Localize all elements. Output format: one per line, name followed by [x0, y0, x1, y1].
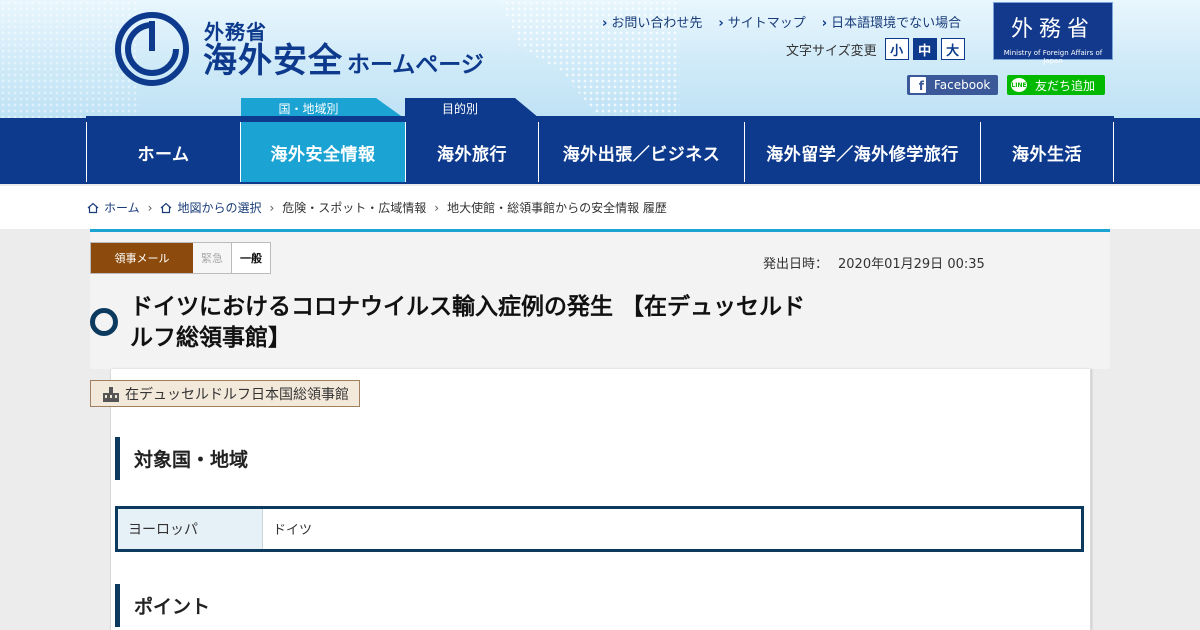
title-circle-icon — [90, 308, 118, 336]
breadcrumb-current: 地大使館・総領事館からの安全情報 履歴 — [447, 201, 667, 215]
notice-type-badges: 領事メール 緊急 一般 — [90, 242, 271, 274]
line-label: 友だち追加 — [1035, 78, 1096, 93]
issued-value: 2020年01月29日 00:35 — [838, 257, 985, 272]
consular-mail-badge: 領事メール — [91, 243, 193, 273]
font-size-small-button[interactable]: 小 — [884, 38, 909, 60]
nav-item-overseas-safety[interactable]: 海外安全情報 — [240, 122, 405, 182]
urgent-badge: 緊急 — [193, 243, 231, 273]
site-title-main: 海外安全 — [203, 41, 343, 81]
section-heading-point: ポイント — [115, 584, 210, 627]
line-add-friend-button[interactable]: LINE 友だち追加 — [1007, 75, 1105, 95]
mofa-logo-kanji: 外務省 — [1010, 17, 1095, 42]
breadcrumb: ホーム › 地図からの選択 › 危険・スポット・広域情報 › 地大使館・総領事館… — [0, 186, 1200, 229]
breadcrumb-home[interactable]: ホーム — [104, 199, 140, 216]
nav-item-travel[interactable]: 海外旅行 — [405, 122, 538, 182]
font-size-large-button[interactable]: 大 — [940, 38, 965, 60]
nav-item-study-abroad[interactable]: 海外留学／海外修学旅行 — [744, 122, 980, 182]
mofa-logo-english: Ministry of Foreign Affairs of Japan — [1003, 49, 1103, 65]
breadcrumb-map-select[interactable]: 地図からの選択 — [177, 199, 261, 216]
nav-item-business[interactable]: 海外出張／ビジネス — [538, 122, 744, 182]
site-title-suffix: ホームページ — [347, 52, 484, 78]
target-region-table: ヨーロッパ ドイツ — [115, 506, 1084, 552]
line-icon: LINE — [1011, 78, 1027, 92]
font-size-switcher: 文字サイズ変更 小 中 大 — [786, 38, 965, 60]
home-icon — [161, 202, 172, 213]
tab-by-country[interactable]: 国・地域別 — [241, 98, 404, 118]
home-icon — [87, 202, 99, 213]
breadcrumb-separator: › — [269, 200, 275, 215]
issuer-name: 在デュッセルドルフ日本国総領事館 — [125, 386, 349, 403]
site-logo-icon[interactable] — [114, 11, 190, 87]
breadcrumb-separator: › — [147, 200, 153, 215]
country-cell: ドイツ — [273, 523, 313, 538]
font-size-medium-button[interactable]: 中 — [912, 38, 937, 60]
non-japanese-env-link[interactable]: 日本語環境でない場合 — [822, 12, 961, 31]
issued-label: 発出日時： — [763, 257, 829, 272]
breadcrumb-separator: › — [434, 200, 440, 215]
facebook-icon: f — [910, 77, 926, 93]
general-badge: 一般 — [231, 243, 270, 273]
sitemap-link[interactable]: サイトマップ — [718, 12, 806, 31]
nav-item-living[interactable]: 海外生活 — [980, 122, 1114, 182]
article-body — [110, 369, 1091, 630]
nav-top-rule — [86, 116, 1114, 119]
font-size-label: 文字サイズ変更 — [786, 43, 877, 59]
contact-link[interactable]: お問い合わせ先 — [602, 12, 702, 31]
page-title: ドイツにおけるコロナウイルス輸入症例の発生 【在デュッセルドルフ総領事館】 — [130, 294, 806, 351]
mofa-logo[interactable]: 外務省 Ministry of Foreign Affairs of Japan — [993, 2, 1113, 65]
building-icon — [103, 386, 119, 402]
issuer-label: 在デュッセルドルフ日本国総領事館 — [90, 380, 360, 407]
tab-by-purpose[interactable]: 目的別 — [405, 98, 539, 118]
facebook-label: Facebook — [934, 78, 991, 92]
utility-links: お問い合わせ先 サイトマップ 日本語環境でない場合 — [602, 12, 961, 31]
site-title[interactable]: 海外安全 ホームページ — [203, 40, 484, 86]
facebook-button[interactable]: f Facebook — [907, 75, 998, 95]
issued-datetime: 発出日時： 2020年01月29日 00:35 — [763, 253, 985, 272]
section-heading-target-region: 対象国・地域 — [115, 437, 248, 480]
nav-item-home[interactable]: ホーム — [86, 122, 240, 182]
region-cell: ヨーロッパ — [118, 509, 263, 549]
breadcrumb-danger-spot: 危険・スポット・広域情報 — [282, 201, 427, 215]
